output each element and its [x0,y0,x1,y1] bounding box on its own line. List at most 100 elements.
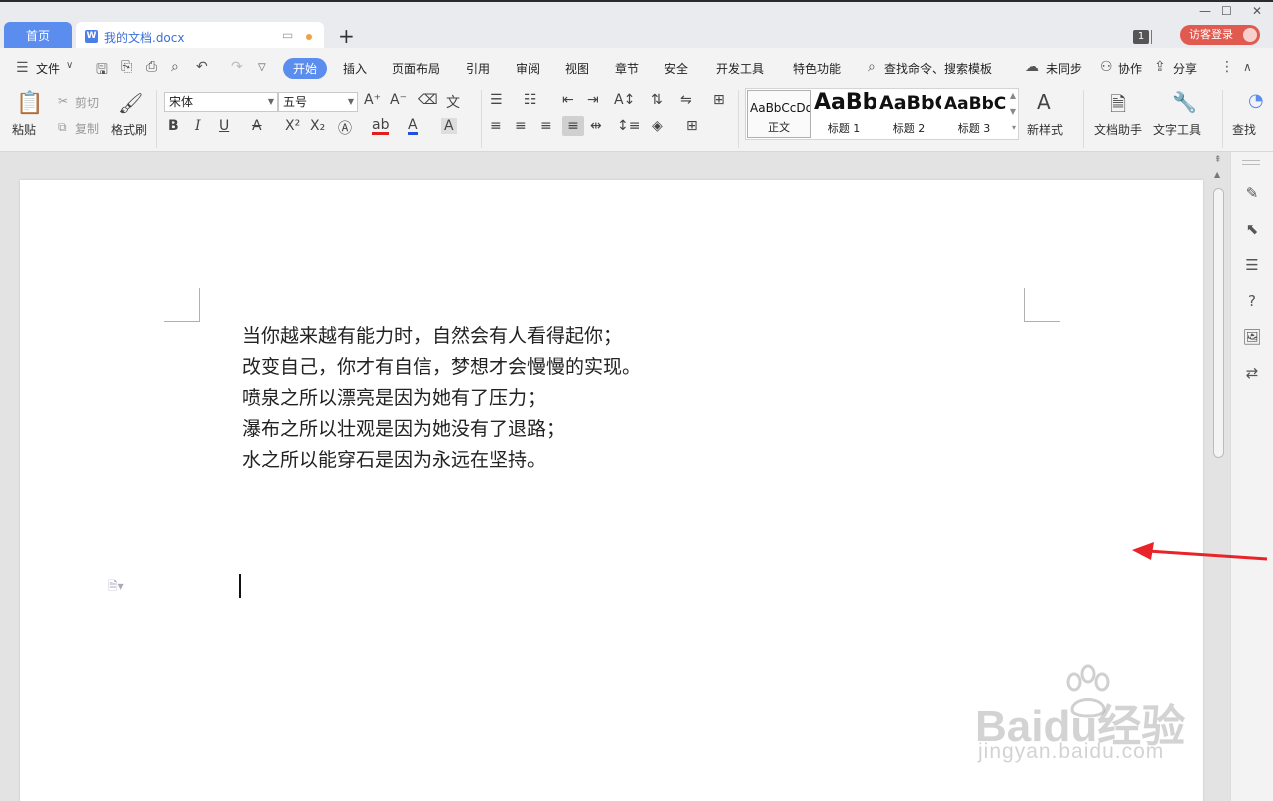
cut-label[interactable]: 剪切 [75,94,99,111]
image-gallery-icon[interactable]: 🖼 [1242,328,1262,346]
style-normal[interactable]: AaBbCcDd 正文 [747,90,811,138]
collaborate-button[interactable]: 协作 [1118,60,1142,77]
menu-view[interactable]: 视图 [565,60,589,77]
style-heading-2[interactable]: AaBbC 标题 2 [877,90,941,138]
scroll-top-icon[interactable]: ⇞ [1214,155,1222,165]
paragraph-layout-icon[interactable]: 🗎▾ [108,577,124,598]
align-center-icon[interactable]: ≡ [515,118,527,134]
text-effect-icon[interactable]: Ⓐ [338,118,352,138]
print-preview-icon[interactable]: ⌕ [171,59,179,75]
bullet-list-icon[interactable]: ☰ [490,92,503,108]
grow-font-icon[interactable]: A⁺ [364,92,381,108]
find-icon[interactable]: ◔ [1248,90,1264,111]
menu-features[interactable]: 特色功能 [793,60,841,77]
align-right-icon[interactable]: ≡ [540,118,552,134]
bold-icon[interactable]: B [168,118,179,134]
font-name-select[interactable]: 宋体 ▼ [164,92,278,112]
command-search[interactable]: 查找命令、搜索模板 [884,60,992,77]
hamburger-icon[interactable]: ☰ [16,60,29,76]
menu-developer[interactable]: 开发工具 [716,60,764,77]
edit-pen-icon[interactable]: ✎ [1242,184,1262,202]
format-painter-icon[interactable]: 🖌 [118,91,143,115]
shrink-font-icon[interactable]: A⁻ [390,92,407,108]
monitor-icon[interactable]: ▭ [282,28,293,42]
tab-home[interactable]: 首页 [4,22,72,50]
more-icon[interactable]: ⋮ [1220,59,1234,75]
sort-icon[interactable]: ⇅ [651,92,663,108]
highlight-icon[interactable]: ab [372,118,390,135]
align-left-icon[interactable]: ≡ [490,118,502,134]
numbered-list-icon[interactable]: ☷ [524,92,537,108]
menu-file[interactable]: 文件 [36,60,60,77]
menu-section[interactable]: 章节 [615,60,639,77]
italic-icon[interactable]: I [195,118,201,134]
close-icon[interactable]: ✕ [1252,4,1262,18]
subscript-icon[interactable]: X₂ [310,118,325,134]
menu-review[interactable]: 审阅 [516,60,540,77]
new-style-icon[interactable]: A [1037,90,1051,114]
chevron-down-icon[interactable]: ∨ [66,60,73,71]
maximize-icon[interactable]: ☐ [1221,4,1232,18]
login-button[interactable]: 访客登录 [1180,25,1260,45]
menu-insert[interactable]: 插入 [343,60,367,77]
borders-icon[interactable]: ⊞ [686,118,698,134]
window-count-badge[interactable]: 1 [1133,30,1149,44]
menu-references[interactable]: 引用 [466,60,490,77]
decrease-indent-icon[interactable]: ⇤ [562,92,574,108]
paste-label[interactable]: 粘贴 [12,121,36,138]
text-tools-label[interactable]: 文字工具 [1153,121,1201,138]
menu-security[interactable]: 安全 [664,60,688,77]
clear-format-icon[interactable]: ⌫ [418,92,438,108]
share-button[interactable]: 分享 [1173,60,1197,77]
settings-sliders-icon[interactable]: ☰ [1242,256,1262,274]
text-direction-icon[interactable]: A↕ [614,92,635,108]
vertical-scrollbar[interactable]: ⇞ ▲ [1209,152,1229,801]
collapse-ribbon-icon[interactable]: ∧ [1243,60,1252,74]
cut-icon[interactable]: ✂ [58,94,68,108]
style-heading-3[interactable]: AaBbCc 标题 3 [942,90,1006,138]
strikethrough-icon[interactable]: A [252,118,262,134]
gallery-scroll-up-icon[interactable]: ▲ [1010,91,1016,100]
scroll-up-icon[interactable]: ▲ [1214,170,1220,179]
minimize-icon[interactable]: — [1199,4,1211,18]
underline-icon[interactable]: U [219,118,229,134]
line-spacing-icon[interactable]: ↕≡ [617,118,640,134]
increase-indent-icon[interactable]: ⇥ [587,92,599,108]
copy-label[interactable]: 复制 [75,120,99,137]
doc-helper-label[interactable]: 文档助手 [1094,121,1142,138]
menu-start[interactable]: 开始 [283,58,328,79]
print-icon[interactable]: ⎙ [146,59,157,75]
find-label[interactable]: 查找 [1232,121,1256,138]
gallery-expand-icon[interactable]: ▾ [1012,123,1016,132]
paste-icon[interactable]: 📋 [16,91,43,116]
format-painter-label[interactable]: 格式刷 [111,121,147,138]
char-shading-icon[interactable]: A [441,118,457,134]
style-heading-1[interactable]: AaBb 标题 1 [812,90,876,138]
translate-icon[interactable]: ⇄ [1242,364,1262,382]
copy-icon[interactable]: ⧉ [58,120,67,135]
scrollbar-thumb[interactable] [1213,188,1224,458]
select-pointer-icon[interactable]: ⬉ [1242,220,1262,238]
shading-icon[interactable]: ◈ [652,118,663,134]
sync-status[interactable]: 未同步 [1046,60,1082,77]
undo-icon[interactable]: ↶ [196,59,208,75]
doc-helper-icon[interactable]: 🗎 [1110,90,1126,124]
gallery-scroll-down-icon[interactable]: ▼ [1010,107,1016,116]
redo-icon[interactable]: ↷ [231,59,243,75]
superscript-icon[interactable]: X² [285,118,300,134]
distributed-align-icon[interactable]: ⇹ [590,118,602,134]
font-color-icon[interactable]: A [408,118,418,135]
new-tab-button[interactable]: + [338,24,355,48]
text-tools-icon[interactable]: 🔧 [1172,90,1197,114]
phonetic-guide-icon[interactable]: 文 [446,92,460,112]
export-icon[interactable]: ⎘ [121,59,132,75]
menu-page-layout[interactable]: 页面布局 [392,60,440,77]
customize-dropdown-icon[interactable]: ▽ [258,62,266,73]
new-style-label[interactable]: 新样式 [1027,121,1063,138]
line-break-icon[interactable]: ⇋ [680,92,692,108]
font-size-select[interactable]: 五号 ▼ [278,92,358,112]
document-body[interactable]: 当你越来越有能力时，自然会有人看得起你； 改变自己，你才有自信，梦想才会慢慢的实… [242,321,641,476]
save-icon[interactable]: 🖫 [96,59,108,83]
justify-icon[interactable]: ≡ [562,116,584,136]
help-icon[interactable]: ? [1242,292,1262,310]
